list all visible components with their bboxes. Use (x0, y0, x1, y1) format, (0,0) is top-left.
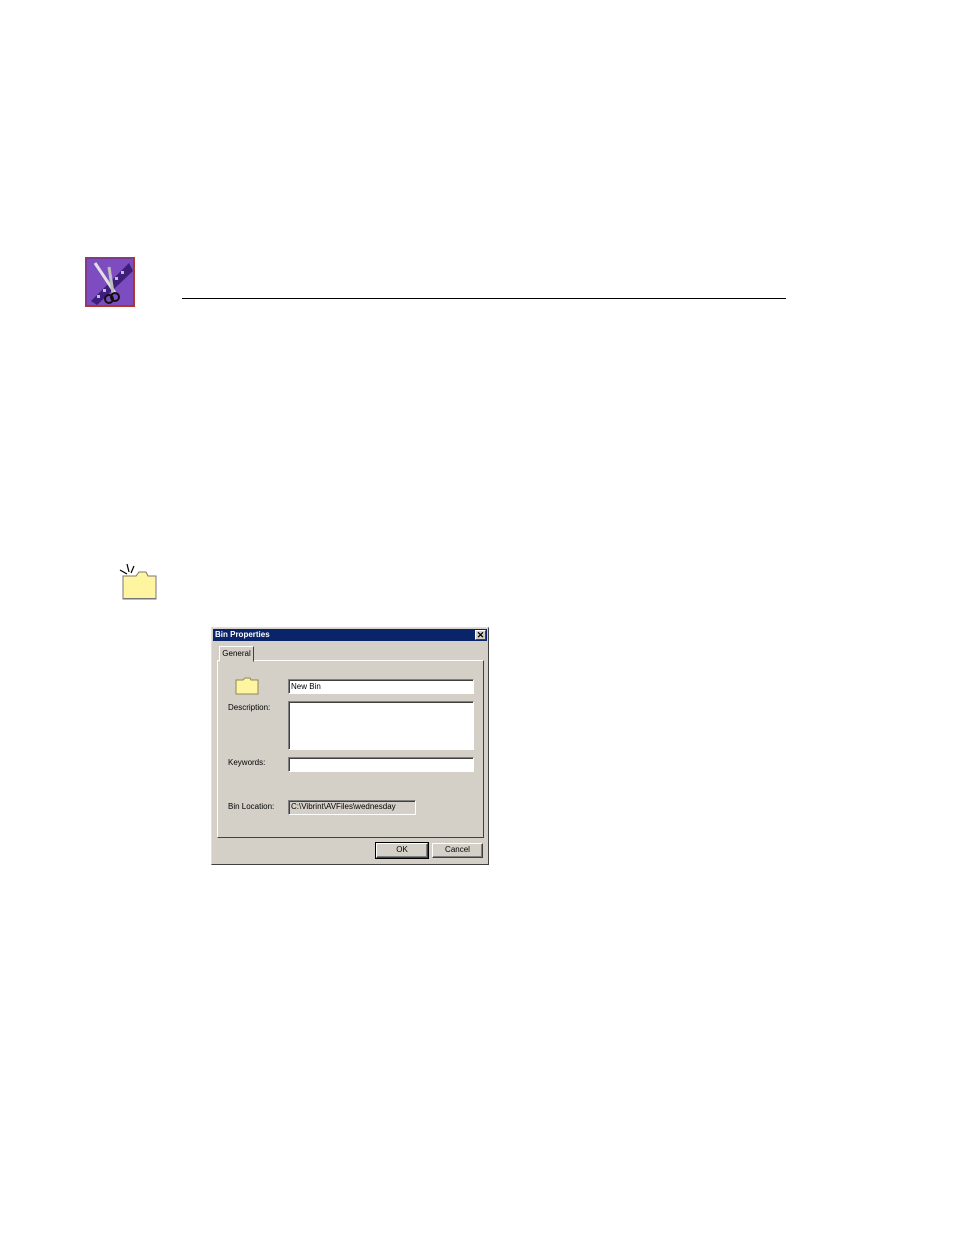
bin-location-label: Bin Location: (228, 802, 275, 811)
header-rule (182, 298, 786, 299)
film-scissors-logo-icon (84, 256, 136, 308)
bin-properties-dialog: Bin Properties ✕ General Description: Ke… (211, 627, 489, 865)
description-label: Description: (228, 703, 271, 712)
dialog-titlebar[interactable]: Bin Properties ✕ (213, 629, 487, 641)
general-panel: Description: Keywords: Bin Location: C:\… (217, 660, 484, 838)
description-textarea[interactable] (288, 701, 474, 750)
close-icon: ✕ (476, 630, 485, 640)
note-folder-icon (118, 562, 160, 602)
folder-icon (235, 677, 259, 695)
ok-button[interactable]: OK (375, 842, 429, 859)
keywords-label: Keywords: (228, 758, 266, 767)
tab-general[interactable]: General (219, 646, 254, 662)
keywords-input[interactable] (288, 757, 474, 772)
close-button[interactable]: ✕ (475, 630, 486, 640)
dialog-title: Bin Properties (215, 630, 270, 639)
cancel-button[interactable]: Cancel (432, 843, 483, 858)
bin-location-field: C:\Vibrint\AVFiles\wednesday (288, 800, 416, 815)
bin-name-input[interactable] (288, 679, 474, 694)
